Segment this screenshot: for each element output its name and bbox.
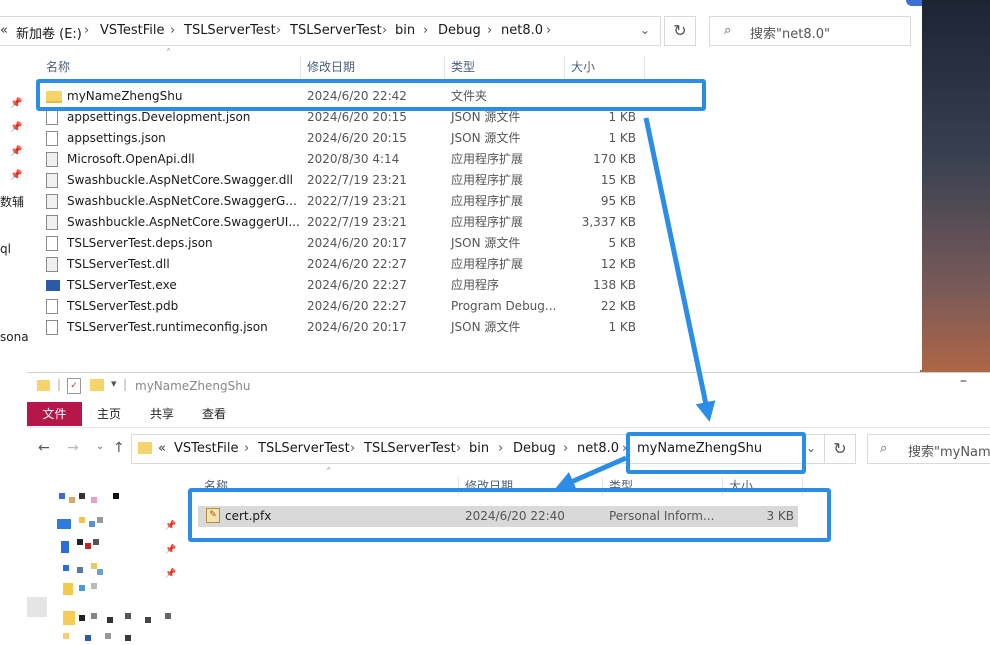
arrow-to-cert [554,455,628,491]
arrow-to-address [643,117,716,422]
annotation-arrows [554,117,716,491]
